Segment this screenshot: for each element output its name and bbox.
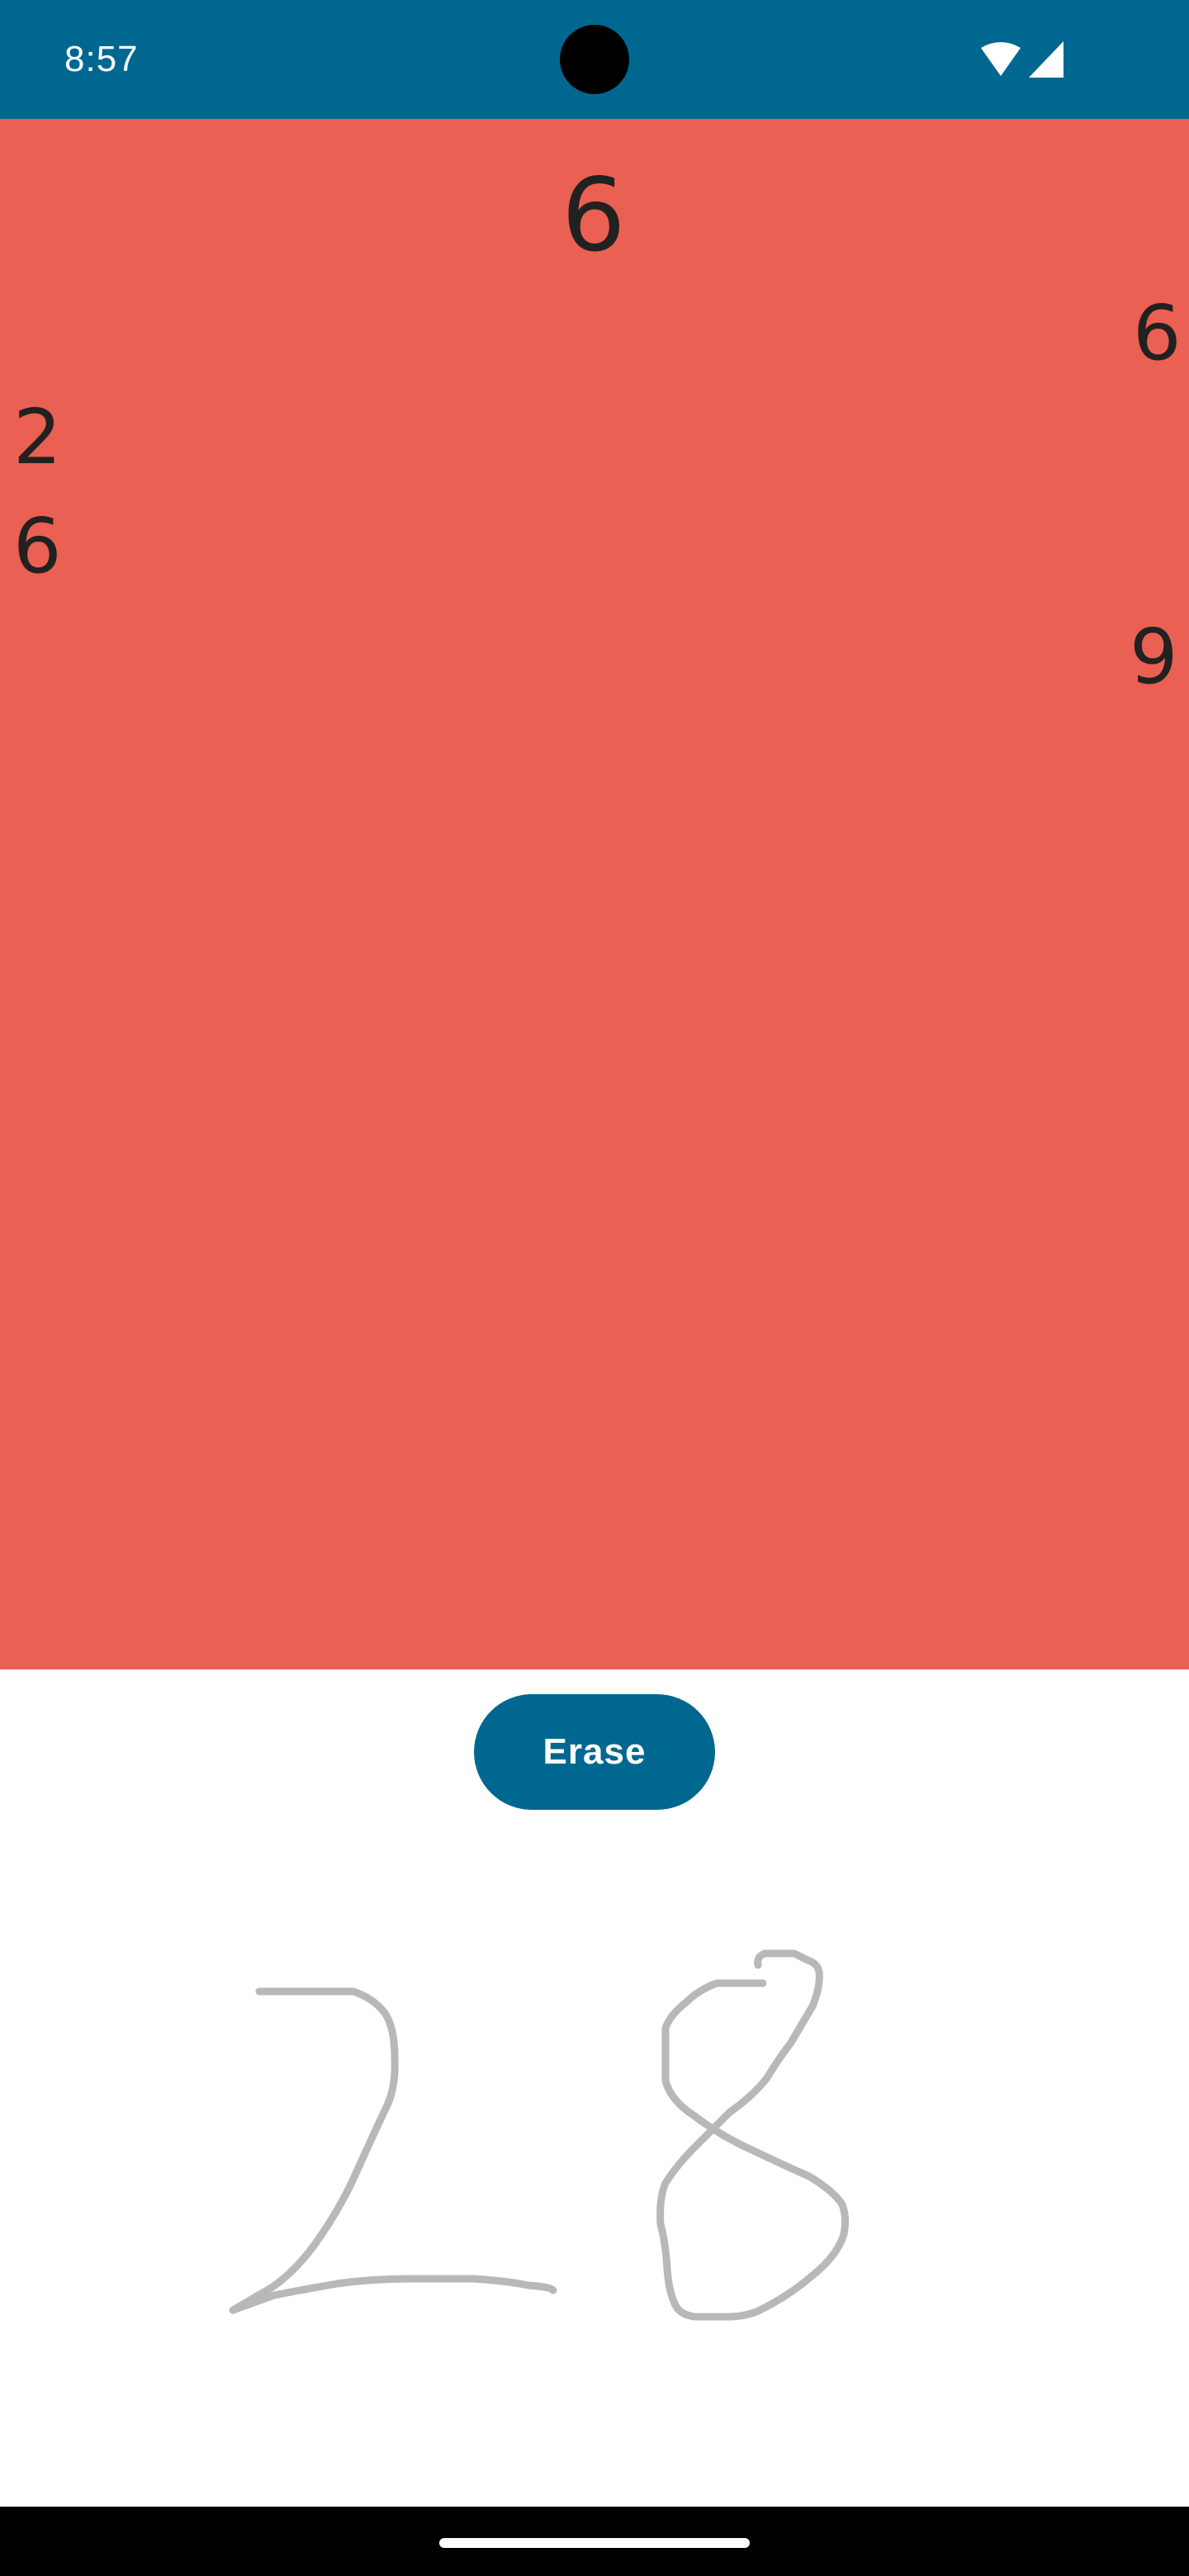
cellular-signal-icon (1029, 41, 1063, 78)
handwritten-stroke-2 (229, 1987, 557, 2314)
prediction-result-area: 6 6 2 6 9 (0, 119, 1189, 1669)
status-icons (978, 41, 1068, 79)
drawing-canvas[interactable] (0, 1841, 1189, 2493)
status-bar: 8:57 (0, 0, 1189, 119)
candidate-digit: 6 (1133, 289, 1182, 377)
candidate-digit: 2 (13, 393, 62, 481)
camera-cutout (560, 25, 629, 94)
top-prediction-digit: 6 (561, 157, 626, 274)
handwritten-stroke-8 (656, 1949, 850, 2321)
candidate-digit: 9 (1130, 613, 1178, 701)
status-time: 8:57 (64, 39, 139, 79)
erase-button[interactable]: Erase (474, 1694, 715, 1810)
home-gesture-handle[interactable] (439, 2538, 750, 2548)
candidate-digit: 6 (13, 502, 62, 590)
navigation-bar (0, 2507, 1189, 2576)
wifi-icon (981, 42, 1021, 76)
